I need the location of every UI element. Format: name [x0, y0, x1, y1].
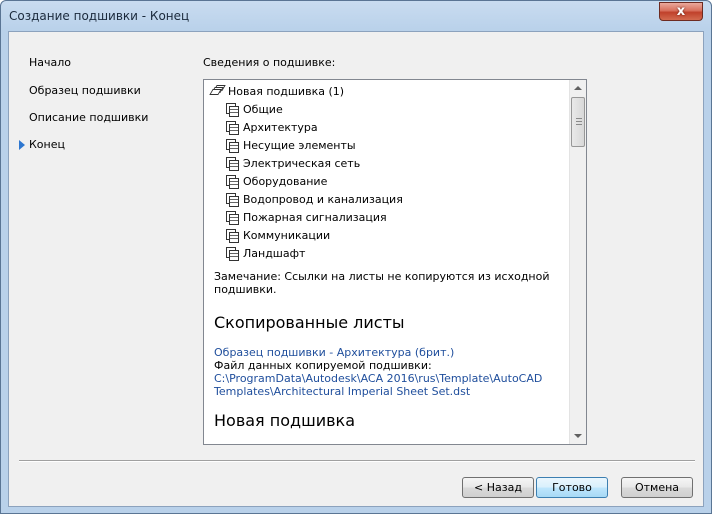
nav-step-description: Описание подшивки [29, 111, 149, 124]
close-button[interactable]: x [659, 2, 703, 21]
tree-subset: Пожарная сигнализация [226, 210, 387, 226]
scroll-thumb[interactable] [571, 97, 585, 147]
grip-line [576, 121, 582, 122]
subset-label: Ландшафт [243, 247, 306, 260]
back-button[interactable]: < Назад [462, 477, 534, 498]
subset-icon [226, 103, 239, 117]
copied-sheets-heading: Скопированные листы [214, 313, 405, 332]
finish-button[interactable]: Готово [536, 477, 608, 498]
subset-label: Оборудование [243, 175, 328, 188]
title-bar[interactable]: Создание подшивки - Конец x [1, 1, 711, 31]
nav-step-start: Начало [29, 56, 72, 69]
scroll-up-arrow-icon[interactable] [574, 86, 582, 90]
wizard-steps-nav: Начало Образец подшивки Описание подшивк… [9, 32, 199, 457]
tree-root: Новая подшивка (1) [209, 84, 345, 100]
tree-root-label: Новая подшивка (1) [228, 85, 345, 98]
tree-subset: Общие [226, 102, 283, 118]
subset-icon [226, 139, 239, 153]
cancel-button[interactable]: Отмена [621, 477, 693, 498]
current-step-arrow-icon [19, 140, 25, 150]
template-info: Образец подшивки - Архитектура (брит.) Ф… [214, 346, 564, 398]
footer-divider [19, 460, 695, 462]
subset-label: Пожарная сигнализация [243, 211, 387, 224]
dialog-client-area: Начало Образец подшивки Описание подшивк… [8, 31, 704, 507]
vertical-scrollbar[interactable] [569, 80, 586, 444]
subset-icon [226, 157, 239, 171]
tree-subset: Несущие элементы [226, 138, 356, 154]
note-line: Замечание: Ссылки на листы не копируются… [214, 270, 550, 283]
tree-subset: Ландшафт [226, 246, 305, 262]
tree-subset: Оборудование [226, 174, 327, 190]
subset-icon [226, 229, 239, 243]
close-icon: x [676, 4, 686, 19]
scroll-down-arrow-icon[interactable] [574, 434, 582, 438]
subset-icon [226, 121, 239, 135]
sheet-set-icon [209, 85, 226, 97]
note-line: подшивки. [214, 283, 277, 296]
tree-subset: Электрическая сеть [226, 156, 360, 172]
subset-icon [226, 193, 239, 207]
tree-subset: Коммуникации [226, 228, 330, 244]
details-panel[interactable]: Новая подшивка (1) Общие Архитектура Нес… [203, 79, 587, 445]
nav-step-finish: Конец [29, 138, 65, 151]
dialog-window: Создание подшивки - Конец x Начало Образ… [0, 0, 712, 514]
data-file-path-line[interactable]: Templates\Architectural Imperial Sheet S… [214, 385, 564, 398]
subset-icon [226, 211, 239, 225]
note-text: Замечание: Ссылки на листы не копируются… [214, 270, 554, 296]
grip-line [576, 124, 582, 125]
details-label: Сведения о подшивке: [203, 56, 336, 69]
tree-subset: Водопровод и канализация [226, 192, 403, 208]
subset-label: Общие [243, 103, 283, 116]
window-title: Создание подшивки - Конец [9, 9, 190, 23]
subset-label: Несущие элементы [243, 139, 356, 152]
grip-line [576, 118, 582, 119]
data-file-label: Файл данных копируемой подшивки: [214, 359, 432, 372]
subset-icon [226, 247, 239, 261]
data-file-path-line[interactable]: C:\ProgramData\Autodesk\ACA 2016\rus\Tem… [214, 372, 564, 385]
subset-label: Коммуникации [243, 229, 331, 242]
nav-step-template: Образец подшивки [29, 84, 141, 97]
subset-icon [226, 175, 239, 189]
subset-label: Электрическая сеть [243, 157, 361, 170]
tree-subset: Архитектура [226, 120, 318, 136]
subset-label: Архитектура [243, 121, 318, 134]
subset-label: Водопровод и канализация [243, 193, 403, 206]
template-link[interactable]: Образец подшивки - Архитектура (брит.) [214, 346, 564, 359]
new-sheet-set-heading: Новая подшивка [214, 411, 356, 430]
